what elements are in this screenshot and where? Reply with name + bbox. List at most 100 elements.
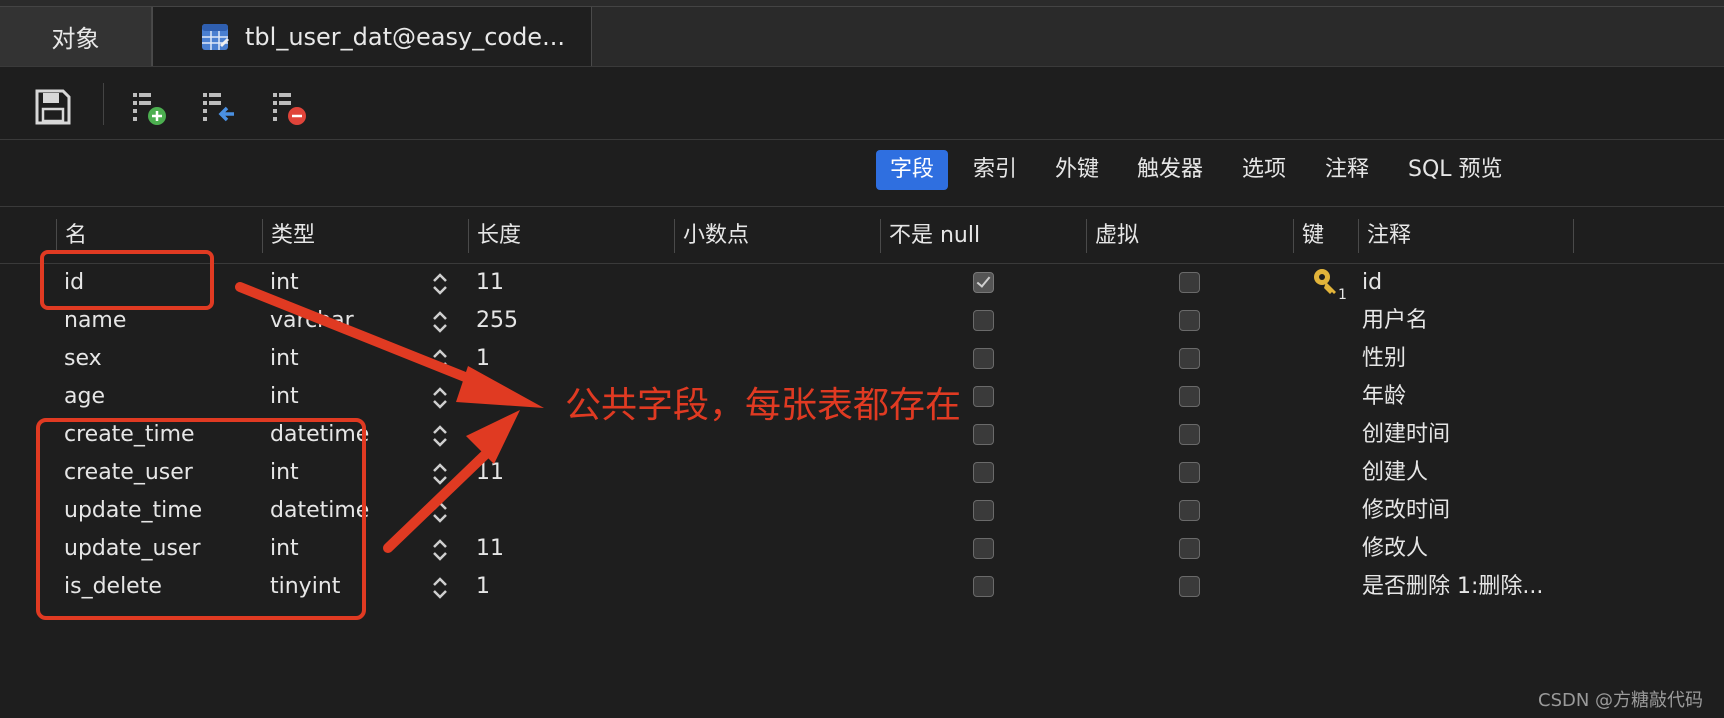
virtual-checkbox[interactable] [1179, 462, 1200, 483]
type-stepper-icon[interactable] [430, 575, 450, 601]
field-comment[interactable]: 用户名 [1362, 302, 1428, 340]
tab-objects[interactable]: 对象 [0, 7, 152, 66]
field-comment[interactable]: 性别 [1362, 340, 1406, 378]
tab-fields[interactable]: 字段 [876, 150, 949, 190]
column-header-not-null[interactable]: 不是 null [880, 219, 1086, 253]
not-null-checkbox[interactable] [973, 576, 994, 597]
column-header-virtual[interactable]: 虚拟 [1086, 219, 1293, 253]
table-row[interactable]: update_user int 11 修改人 [0, 530, 1724, 568]
virtual-checkbox[interactable] [1179, 576, 1200, 597]
virtual-checkbox[interactable] [1179, 272, 1200, 293]
virtual-checkbox[interactable] [1179, 386, 1200, 407]
table-row[interactable]: sex int 1 性别 [0, 340, 1724, 378]
field-comment[interactable]: 修改人 [1362, 530, 1428, 568]
field-type[interactable]: int [270, 454, 299, 492]
type-stepper-icon[interactable] [430, 347, 450, 373]
virtual-checkbox[interactable] [1179, 500, 1200, 521]
field-type[interactable]: varchar [270, 302, 354, 340]
field-name[interactable]: create_user [64, 454, 193, 492]
field-table-header: 名 类型 长度 小数点 不是 null 虚拟 键 注释 [0, 207, 1724, 264]
tab-comment[interactable]: 注释 [1311, 150, 1383, 190]
field-name[interactable]: update_time [64, 492, 202, 530]
insert-field-icon [203, 93, 234, 122]
tab-indexes[interactable]: 索引 [959, 150, 1031, 190]
field-comment[interactable]: 修改时间 [1362, 492, 1450, 530]
field-length[interactable]: 1 [476, 340, 490, 378]
type-stepper-icon[interactable] [430, 499, 450, 525]
save-button[interactable] [33, 87, 73, 127]
field-length[interactable]: 11 [476, 264, 504, 302]
not-null-checkbox[interactable] [973, 424, 994, 445]
field-type[interactable]: int [270, 340, 299, 378]
field-name[interactable]: name [64, 302, 126, 340]
field-name[interactable]: age [64, 378, 105, 416]
type-stepper-icon[interactable] [430, 309, 450, 335]
type-stepper-icon[interactable] [430, 461, 450, 487]
type-stepper-icon[interactable] [430, 385, 450, 411]
field-name[interactable]: sex [64, 340, 102, 378]
primary-key-icon: 1 [1314, 269, 1346, 300]
column-header-key[interactable]: 键 [1293, 219, 1358, 253]
tab-sql-preview[interactable]: SQL 预览 [1394, 150, 1517, 190]
field-length[interactable]: 11 [476, 454, 504, 492]
field-name[interactable]: create_time [64, 416, 195, 454]
toolbar-separator [103, 83, 104, 125]
table-row[interactable]: id int 11 1 id [0, 264, 1724, 302]
table-row[interactable]: create_user int 11 创建人 [0, 454, 1724, 492]
field-name[interactable]: id [64, 264, 84, 302]
insert-field-button[interactable] [200, 87, 240, 127]
table-row[interactable]: is_delete tinyint 1 是否删除 1:删除... [0, 568, 1724, 606]
field-type[interactable]: tinyint [270, 568, 340, 606]
column-header-name[interactable]: 名 [56, 219, 262, 253]
save-icon [35, 89, 71, 125]
add-field-button[interactable] [130, 87, 170, 127]
type-stepper-icon[interactable] [430, 271, 450, 297]
not-null-checkbox[interactable] [973, 538, 994, 559]
tab-options[interactable]: 选项 [1228, 150, 1300, 190]
field-comment[interactable]: 创建人 [1362, 454, 1428, 492]
not-null-checkbox[interactable] [973, 310, 994, 331]
type-stepper-icon[interactable] [430, 423, 450, 449]
field-type[interactable]: datetime [270, 416, 369, 454]
table-row[interactable]: update_time datetime 修改时间 [0, 492, 1724, 530]
field-comment[interactable]: 年龄 [1362, 378, 1406, 416]
field-name[interactable]: is_delete [64, 568, 162, 606]
type-stepper-icon[interactable] [430, 537, 450, 563]
delete-field-button[interactable] [270, 87, 310, 127]
table-row[interactable]: name varchar 255 用户名 [0, 302, 1724, 340]
virtual-checkbox[interactable] [1179, 348, 1200, 369]
field-length[interactable]: 1 [476, 568, 490, 606]
virtual-checkbox[interactable] [1179, 310, 1200, 331]
field-length[interactable]: 255 [476, 302, 518, 340]
tab-objects-label: 对象 [51, 25, 100, 53]
field-comment[interactable]: id [1362, 264, 1382, 302]
field-name[interactable]: update_user [64, 530, 201, 568]
column-header-comment[interactable]: 注释 [1358, 219, 1574, 253]
field-type[interactable]: int [270, 530, 299, 568]
tab-table-editor[interactable]: tbl_user_dat@easy_code... [152, 7, 592, 66]
virtual-checkbox[interactable] [1179, 538, 1200, 559]
not-null-checkbox[interactable] [973, 272, 994, 293]
tab-table-label: tbl_user_dat@easy_code... [245, 22, 565, 51]
table-grid-icon [201, 23, 229, 51]
not-null-checkbox[interactable] [973, 500, 994, 521]
field-comment[interactable]: 是否删除 1:删除... [1362, 568, 1543, 606]
column-header-type[interactable]: 类型 [262, 219, 468, 253]
add-field-icon [133, 93, 166, 125]
field-length[interactable]: 11 [476, 378, 504, 416]
tab-triggers[interactable]: 触发器 [1123, 150, 1217, 190]
field-type[interactable]: datetime [270, 492, 369, 530]
not-null-checkbox[interactable] [973, 462, 994, 483]
field-type[interactable]: int [270, 264, 299, 302]
not-null-checkbox[interactable] [973, 386, 994, 407]
sub-tabs: 字段 索引 外键 触发器 选项 注释 SQL 预览 [0, 140, 1724, 207]
virtual-checkbox[interactable] [1179, 424, 1200, 445]
field-length[interactable]: 11 [476, 530, 504, 568]
field-comment[interactable]: 创建时间 [1362, 416, 1450, 454]
tab-foreign-keys[interactable]: 外键 [1041, 150, 1113, 190]
column-header-length[interactable]: 长度 [468, 219, 674, 253]
column-header-decimals[interactable]: 小数点 [674, 219, 880, 253]
field-type[interactable]: int [270, 378, 299, 416]
not-null-checkbox[interactable] [973, 348, 994, 369]
delete-field-icon [273, 93, 306, 125]
